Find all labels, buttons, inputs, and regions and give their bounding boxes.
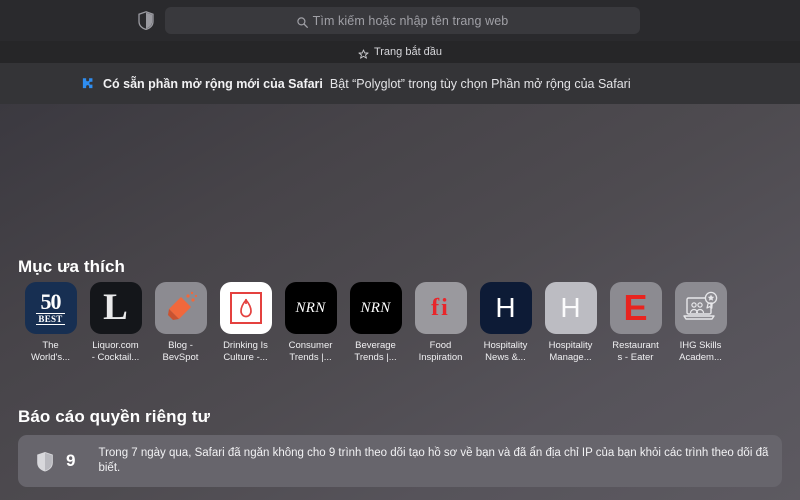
favorite-item[interactable]: L Liquor.com - Cocktail... (83, 282, 148, 363)
privacy-report-description: Trong 7 ngày qua, Safari đã ngăn không c… (98, 447, 769, 474)
eater-letter: E (623, 287, 648, 328)
fifty-best-logo-icon: 50 BEST (24, 282, 77, 334)
favorite-item[interactable]: H Hospitality News &... (473, 282, 538, 363)
nrn-logo-icon: NRN (284, 282, 337, 334)
hospitality-management-logo-icon: H (544, 282, 597, 334)
favorite-item[interactable]: NRN Consumer Trends |... (278, 282, 343, 363)
favorite-caption-line2: s - Eater (617, 351, 654, 363)
liquor-letter: L (103, 287, 128, 328)
favorite-caption-line2: - Cocktail... (91, 351, 140, 363)
puzzle-piece-icon (78, 75, 95, 92)
favorite-item[interactable]: NRN Beverage Trends |... (343, 282, 408, 363)
privacy-report-card[interactable]: 9 Trong 7 ngày qua, Safari đã ngăn không… (18, 435, 782, 487)
browser-toolbar: Tìm kiếm hoặc nhập tên trang web (0, 0, 800, 41)
drinking-is-culture-logo-icon (219, 282, 272, 334)
favorite-caption-line2: World's... (30, 351, 71, 363)
hospitality-letter: H (560, 292, 581, 323)
tracker-count: 9 (66, 451, 76, 470)
fifty-best-word: BEST (36, 312, 65, 325)
safari-start-page: Tìm kiếm hoặc nhập tên trang web Trang b… (0, 0, 800, 500)
favorite-caption-line2: BevSpot (162, 351, 199, 363)
favorite-caption: Consumer Trends |... (280, 340, 342, 363)
favorite-caption-line1: Food (429, 340, 452, 351)
banner-message: Có sẵn phần mở rộng mới của Safari Bật “… (103, 63, 631, 104)
favorite-caption: Hospitality News &... (475, 340, 537, 363)
food-inspiration-logo-icon: fi (414, 282, 467, 334)
extension-notification-banner: Có sẵn phần mở rộng mới của Safari Bật “… (0, 63, 800, 167)
star-icon (358, 47, 369, 59)
favorites-section-title: Mục ưa thích (18, 257, 126, 276)
favorites-bar-start-page[interactable]: Trang bắt đầu (358, 46, 443, 59)
favorite-caption: The World's... (20, 340, 82, 363)
nrn-wordmark: NRN (360, 299, 391, 316)
favorite-item[interactable]: Drinking Is Culture -... (213, 282, 278, 363)
favorite-caption-line2: Trends |... (289, 351, 332, 363)
favorite-item[interactable]: E Restaurant s - Eater (603, 282, 668, 363)
favorite-caption-line1: Drinking Is (223, 340, 268, 351)
favorites-grid: 50 BEST The World's... L Liquor.com - Co… (18, 282, 733, 363)
hospitality-net-logo-icon: H (479, 282, 532, 334)
favorite-caption-line2: Manage... (549, 351, 592, 363)
shield-icon (36, 451, 54, 472)
address-bar-placeholder: Tìm kiếm hoặc nhập tên trang web (312, 13, 509, 28)
favorite-caption-line2: News &... (485, 351, 526, 363)
favorite-caption-line1: Liquor.com (92, 340, 139, 351)
favorite-caption-line1: Restaurant (612, 340, 659, 351)
hospitality-letter: H (495, 292, 516, 323)
bevspot-logo-icon (154, 282, 207, 334)
favorite-caption-line2: Culture -... (223, 351, 268, 363)
favorite-item[interactable]: H Hospitality Manage... (538, 282, 603, 363)
favorite-item[interactable]: fi Food Inspiration (408, 282, 473, 363)
privacy-report-title: Báo cáo quyền riêng tư (18, 407, 211, 426)
favorite-caption: Hospitality Manage... (540, 340, 602, 363)
favorite-item[interactable]: IHG Skills Academ... (668, 282, 733, 363)
start-page-content: Mục ưa thích 50 BEST The World's... L Li… (0, 104, 800, 500)
favorite-caption: IHG Skills Academ... (670, 340, 732, 363)
shield-half-icon[interactable] (138, 11, 154, 31)
favorite-caption-line2: Academ... (679, 351, 722, 363)
favorite-caption-line1: Beverage (355, 340, 396, 351)
favorite-caption: Food Inspiration (410, 340, 472, 363)
banner-headline: Có sẵn phần mở rộng mới của Safari (103, 76, 323, 91)
favorite-caption: Liquor.com - Cocktail... (85, 340, 147, 363)
favorites-bar: Trang bắt đầu (0, 41, 800, 63)
favorite-caption: Blog - BevSpot (150, 340, 212, 363)
favorite-caption-line1: Hospitality (483, 340, 528, 351)
favorites-bar-label: Trang bắt đầu (373, 46, 443, 58)
favorite-caption-line1: Consumer (288, 340, 333, 351)
nrn-wordmark: NRN (295, 299, 326, 316)
favorite-caption-line1: Hospitality (548, 340, 593, 351)
fi-wordmark: fi (431, 294, 450, 321)
banner-subtext: Bật “Polyglot” trong tùy chọn Phần mở rộ… (329, 76, 631, 91)
favorite-caption-line2: Trends |... (354, 351, 397, 363)
favorite-item[interactable]: 50 BEST The World's... (18, 282, 83, 363)
favorite-item[interactable]: Blog - BevSpot (148, 282, 213, 363)
favorite-caption-line1: Blog - (168, 340, 193, 351)
liquor-com-logo-icon: L (89, 282, 142, 334)
eater-logo-icon: E (609, 282, 662, 334)
search-icon (296, 15, 308, 28)
favorite-caption: Drinking Is Culture -... (215, 340, 277, 363)
favorite-caption-line1: The (42, 340, 59, 351)
fifty-best-number: 50 (40, 288, 62, 314)
address-bar[interactable]: Tìm kiếm hoặc nhập tên trang web (165, 7, 640, 34)
ihg-skills-academy-logo-icon (674, 282, 727, 334)
favorite-caption-line1: IHG Skills (679, 340, 722, 351)
favorite-caption-line2: Inspiration (418, 351, 463, 363)
nrn-logo-icon: NRN (349, 282, 402, 334)
favorite-caption: Restaurant s - Eater (605, 340, 667, 363)
favorite-caption: Beverage Trends |... (345, 340, 407, 363)
